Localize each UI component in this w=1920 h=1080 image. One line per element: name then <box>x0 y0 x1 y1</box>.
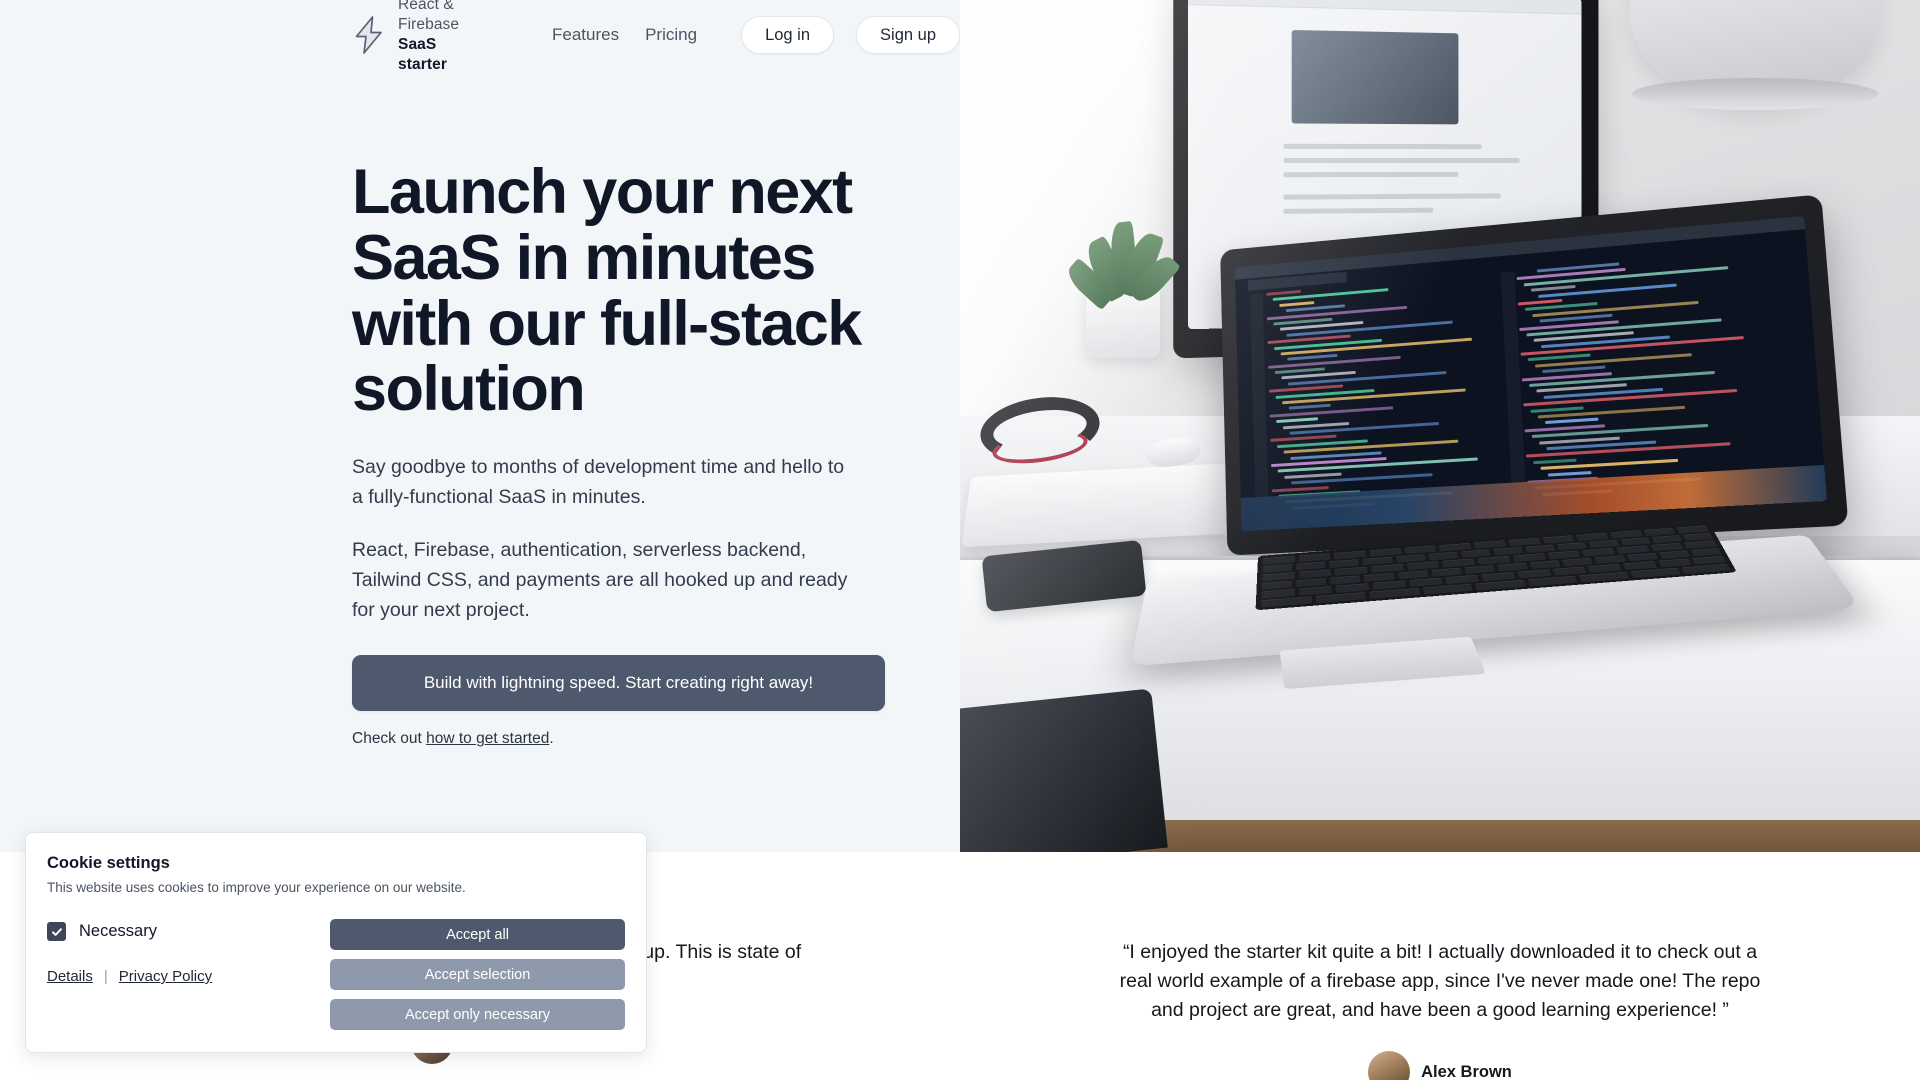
site-header: React & Firebase SaaS starter Features P… <box>0 0 960 70</box>
cookie-options: Necessary Details | Privacy Policy <box>47 919 330 985</box>
photo-code-column-left <box>1266 274 1498 514</box>
privacy-policy-link[interactable]: Privacy Policy <box>119 968 212 985</box>
accept-all-button[interactable]: Accept all <box>330 919 625 950</box>
photo-lamp-rim <box>1632 78 1878 110</box>
testimonial-person: Alex Brown <box>1368 1051 1512 1080</box>
cookie-settings-dialog: Cookie settings This website uses cookie… <box>25 832 647 1053</box>
auth-buttons: Log in Sign up <box>741 16 960 54</box>
photo-laptop-screen <box>1235 216 1827 531</box>
hero-title: Launch your next SaaS in minutes with ou… <box>352 160 892 423</box>
check-icon <box>51 926 63 938</box>
login-button[interactable]: Log in <box>741 16 834 54</box>
hero-cta-note: Check out how to get started. <box>352 730 892 748</box>
how-to-get-started-link[interactable]: how to get started <box>426 730 549 747</box>
nav-link-pricing[interactable]: Pricing <box>645 25 697 45</box>
necessary-checkbox-row[interactable]: Necessary <box>47 922 330 941</box>
brand-line-2: SaaS starter <box>398 35 484 75</box>
brand-line-1: React & Firebase <box>398 0 484 35</box>
lightning-bolt-icon <box>352 15 386 55</box>
photo-chair <box>960 688 1168 852</box>
nav-link-features[interactable]: Features <box>552 25 619 45</box>
cookie-action-buttons: Accept all Accept selection Accept only … <box>330 919 625 1030</box>
cookie-links: Details | Privacy Policy <box>47 968 330 985</box>
cookie-dialog-title: Cookie settings <box>47 854 625 873</box>
hero-image <box>960 0 1920 852</box>
hero-section: React & Firebase SaaS starter Features P… <box>0 0 1920 852</box>
hero-cta-button[interactable]: Build with lightning speed. Start creati… <box>352 655 885 711</box>
accept-selection-button[interactable]: Accept selection <box>330 959 625 990</box>
necessary-label: Necessary <box>79 922 157 941</box>
hero-copy: Launch your next SaaS in minutes with ou… <box>352 160 892 748</box>
testimonial-name: Alex Brown <box>1421 1063 1512 1080</box>
signup-button[interactable]: Sign up <box>856 16 960 54</box>
brand-text: React & Firebase SaaS starter <box>398 0 484 75</box>
cta-note-suffix: . <box>549 730 553 747</box>
testimonial-card: “I enjoyed the starter kit quite a bit! … <box>960 938 1920 1080</box>
testimonial-quote: “I enjoyed the starter kit quite a bit! … <box>1110 938 1770 1025</box>
hero-paragraph-2: React, Firebase, authentication, serverl… <box>352 535 860 625</box>
photo-keyboard <box>961 463 1241 548</box>
cta-note-prefix: Check out <box>352 730 426 747</box>
cookie-link-separator: | <box>104 968 108 985</box>
accept-only-necessary-button[interactable]: Accept only necessary <box>330 999 625 1030</box>
hero-paragraph-1: Say goodbye to months of development tim… <box>352 452 852 512</box>
cookie-dialog-description: This website uses cookies to improve you… <box>47 880 625 895</box>
landing-page: React & Firebase SaaS starter Features P… <box>0 0 1920 1080</box>
necessary-checkbox[interactable] <box>47 922 66 941</box>
photo-code-column-right <box>1516 250 1787 501</box>
cookie-dialog-body: Necessary Details | Privacy Policy Accep… <box>47 919 625 1030</box>
cookie-details-link[interactable]: Details <box>47 968 93 985</box>
avatar <box>1368 1051 1410 1080</box>
brand-logo[interactable]: React & Firebase SaaS starter <box>352 0 484 75</box>
primary-nav: Features Pricing <box>552 25 697 45</box>
